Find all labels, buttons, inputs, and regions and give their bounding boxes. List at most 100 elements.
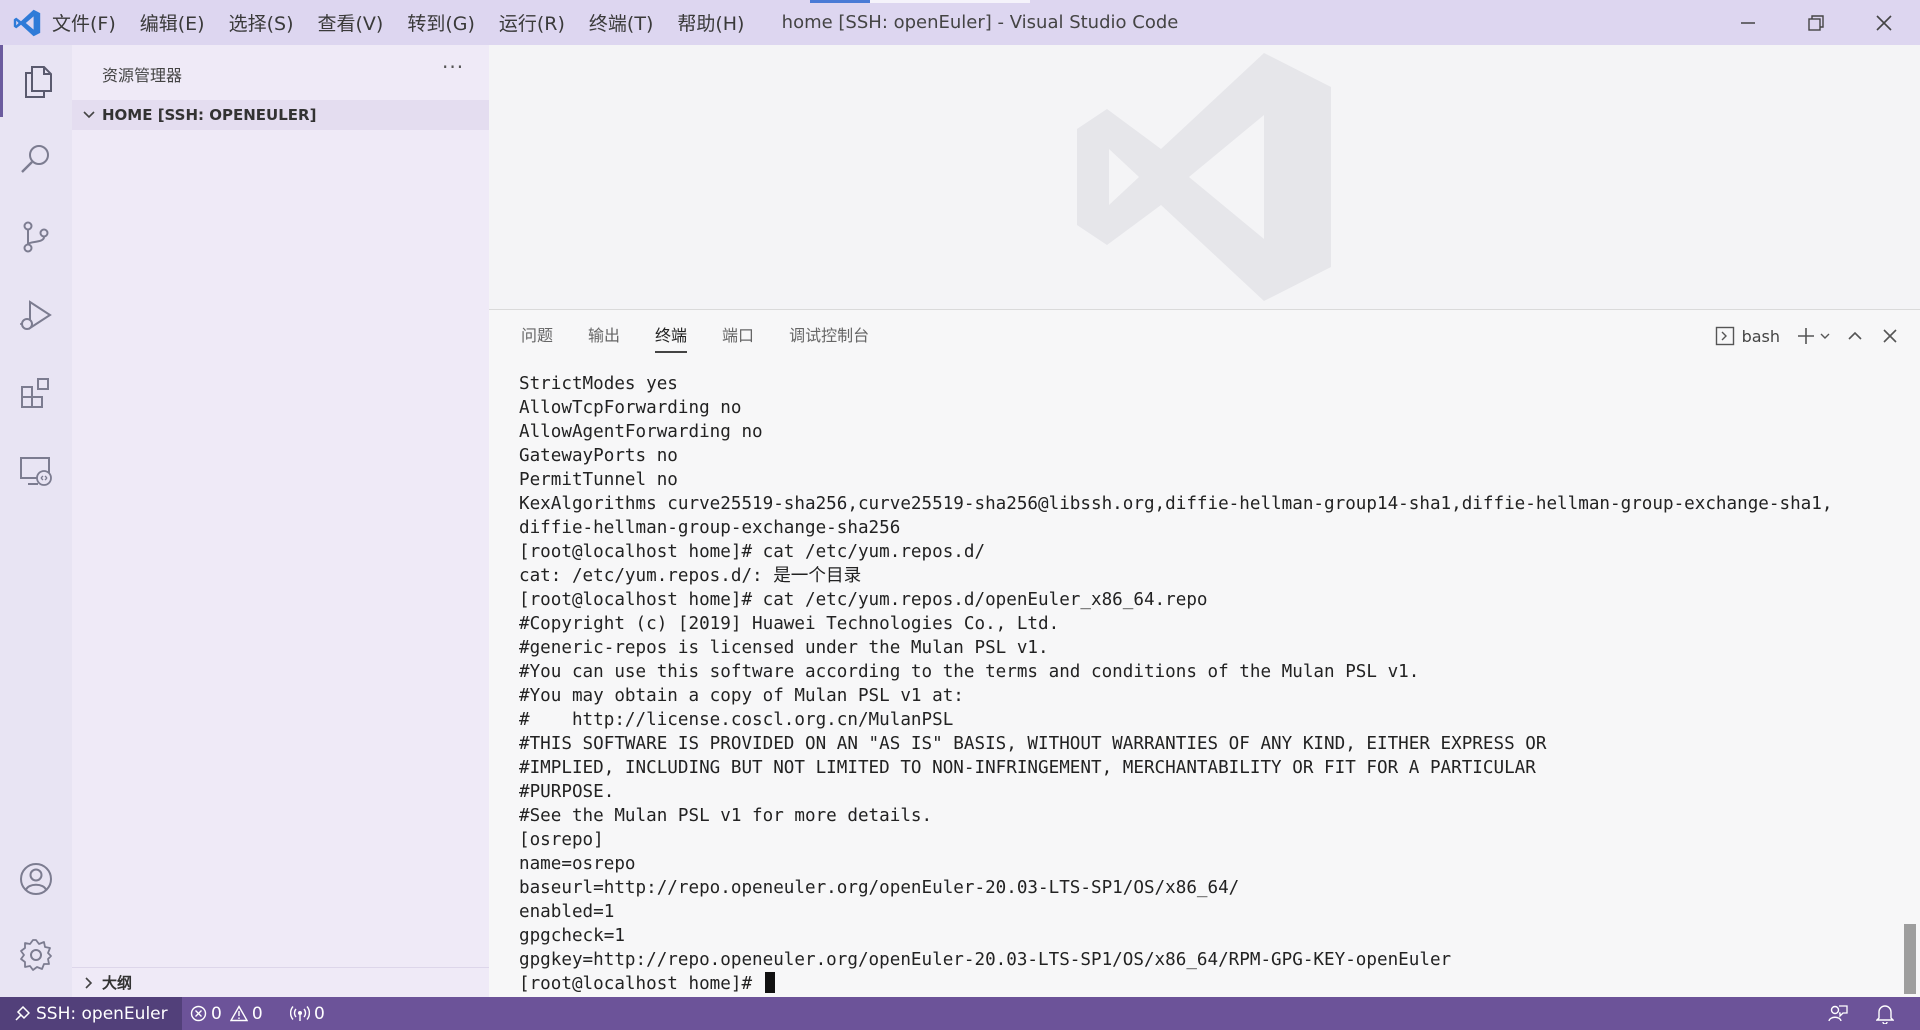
- terminal-line: baseurl=http://repo.openeuler.org/openEu…: [519, 878, 1240, 898]
- terminal-line: #generic-repos is licensed under the Mul…: [519, 638, 1049, 658]
- terminal-line: cat: /etc/yum.repos.d/: 是一个目录: [519, 566, 862, 586]
- terminal-selector[interactable]: bash: [1715, 321, 1780, 351]
- plus-icon: [1798, 328, 1814, 344]
- warning-icon: [229, 1005, 248, 1022]
- title-bar: 文件(F) 编辑(E) 选择(S) 查看(V) 转到(G) 运行(R) 终端(T…: [0, 0, 1920, 45]
- terminal-line: AllowTcpForwarding no: [519, 398, 742, 418]
- terminal-line: diffie-hellman-group-exchange-sha256: [519, 518, 901, 538]
- close-panel-button[interactable]: [1882, 321, 1898, 351]
- activity-explorer[interactable]: [0, 45, 72, 117]
- activity-accounts[interactable]: [0, 843, 72, 915]
- source-control-icon: [23, 221, 49, 253]
- activity-source-control[interactable]: [0, 201, 72, 273]
- terminal-prompt-line: [root@localhost home]#: [519, 972, 1899, 996]
- activity-manage[interactable]: [0, 919, 72, 991]
- activity-search[interactable]: [0, 123, 72, 195]
- outline-label: 大纲: [102, 974, 133, 992]
- restore-button[interactable]: [1782, 0, 1850, 45]
- terminal-line: gpgkey=http://repo.openeuler.org/openEul…: [519, 950, 1452, 970]
- maximize-panel-button[interactable]: [1846, 321, 1864, 351]
- title-highlight: [870, 0, 1030, 3]
- editor-area: [489, 45, 1920, 309]
- menu-view[interactable]: 查看(V): [318, 9, 384, 36]
- terminal-line: #You may obtain a copy of Mulan PSL v1 a…: [519, 686, 964, 706]
- menu-edit[interactable]: 编辑(E): [140, 9, 205, 36]
- terminal-line: [root@localhost home]# cat /etc/yum.repo…: [519, 590, 1208, 610]
- tab-ports[interactable]: 端口: [722, 310, 754, 362]
- bell-icon: [1876, 1004, 1894, 1024]
- remote-explorer-icon: [20, 457, 52, 486]
- problems-status[interactable]: 0 0: [190, 997, 263, 1030]
- menu-selection[interactable]: 选择(S): [229, 9, 294, 36]
- terminal-line: StrictModes yes: [519, 374, 678, 394]
- notifications-button[interactable]: [1876, 997, 1894, 1030]
- menu-file[interactable]: 文件(F): [52, 9, 116, 36]
- activity-bar: [0, 45, 72, 997]
- menu-run[interactable]: 运行(R): [499, 9, 565, 36]
- remote-indicator[interactable]: SSH: openEuler: [0, 997, 182, 1030]
- panel-tabs: 问题 输出 终端 端口 调试控制台: [521, 310, 904, 362]
- ports-status[interactable]: 0: [290, 997, 325, 1030]
- bottom-panel: 问题 输出 终端 端口 调试控制台 bash StrictModes yes Al…: [489, 309, 1920, 997]
- ports-count: 0: [314, 1003, 325, 1024]
- tab-problems[interactable]: 问题: [521, 310, 553, 362]
- chevron-down-icon: [83, 111, 95, 119]
- chevron-right-icon: [85, 976, 93, 989]
- title-accent: [810, 0, 870, 3]
- terminal-line: #PURPOSE.: [519, 782, 615, 802]
- chevron-up-icon: [1848, 331, 1862, 340]
- terminal-dropdown-button[interactable]: [1818, 321, 1832, 351]
- terminal-line: #Copyright (c) [2019] Huawei Technologie…: [519, 614, 1060, 634]
- sidebar-title: 资源管理器: [102, 66, 183, 85]
- menu-go[interactable]: 转到(G): [407, 9, 475, 36]
- terminal-line: #You can use this software according to …: [519, 662, 1420, 682]
- terminal-cursor: [764, 972, 775, 993]
- extensions-icon: [21, 378, 49, 408]
- terminal-line: enabled=1: [519, 902, 615, 922]
- search-icon: [21, 145, 49, 173]
- error-count: 0: [211, 1003, 222, 1024]
- close-window-button[interactable]: [1850, 0, 1918, 45]
- new-terminal-button[interactable]: [1796, 321, 1816, 351]
- menu-help[interactable]: 帮助(H): [677, 9, 744, 36]
- more-actions-button[interactable]: ···: [442, 55, 464, 79]
- minimize-icon: [1741, 21, 1755, 24]
- terminal-shell-label: bash: [1741, 326, 1780, 346]
- chevron-down-icon: [1820, 333, 1830, 339]
- feedback-icon: [1828, 1004, 1848, 1021]
- error-icon: [190, 1005, 207, 1022]
- vscode-logo-icon: [13, 9, 41, 37]
- outline-section-header[interactable]: 大纲: [72, 967, 489, 997]
- activity-remote-explorer[interactable]: [0, 435, 72, 507]
- terminal-output[interactable]: StrictModes yes AllowTcpForwarding no Allo…: [519, 372, 1899, 996]
- files-icon: [24, 66, 52, 98]
- terminal-line: #See the Mulan PSL v1 for more details.: [519, 806, 933, 826]
- folder-section-header[interactable]: HOME [SSH: OPENEULER]: [72, 100, 489, 130]
- terminal-line: #IMPLIED, INCLUDING BUT NOT LIMITED TO N…: [519, 758, 1536, 778]
- minimize-button[interactable]: [1714, 0, 1782, 45]
- activity-extensions[interactable]: [0, 357, 72, 429]
- menu-bar: 文件(F) 编辑(E) 选择(S) 查看(V) 转到(G) 运行(R) 终端(T…: [52, 0, 768, 45]
- panel-actions: bash: [1715, 310, 1920, 362]
- activity-run-debug[interactable]: [0, 279, 72, 351]
- status-bar: SSH: openEuler 0 0 0: [0, 997, 1920, 1030]
- terminal-line: AllowAgentForwarding no: [519, 422, 763, 442]
- terminal-line: [root@localhost home]# cat /etc/yum.repo…: [519, 542, 986, 562]
- close-icon: [1876, 14, 1892, 31]
- tab-debug-console[interactable]: 调试控制台: [789, 310, 869, 362]
- tab-output[interactable]: 输出: [588, 310, 620, 362]
- terminal-line: # http://license.coscl.org.cn/MulanPSL: [519, 710, 954, 730]
- terminal-line: GatewayPorts no: [519, 446, 678, 466]
- tab-terminal[interactable]: 终端: [655, 310, 688, 362]
- gear-icon: [20, 939, 52, 971]
- broadcast-icon: [290, 1006, 310, 1021]
- vscode-watermark-icon: [1077, 53, 1331, 301]
- terminal-line: KexAlgorithms curve25519-sha256,curve255…: [519, 494, 1833, 514]
- menu-terminal[interactable]: 终端(T): [589, 9, 653, 36]
- terminal-line: name=osrepo: [519, 854, 636, 874]
- folder-label: HOME [SSH: OPENEULER]: [102, 106, 317, 124]
- run-debug-icon: [20, 300, 52, 330]
- feedback-button[interactable]: [1828, 997, 1848, 1030]
- terminal-icon: [1715, 326, 1734, 346]
- terminal-scrollbar[interactable]: [1904, 924, 1916, 994]
